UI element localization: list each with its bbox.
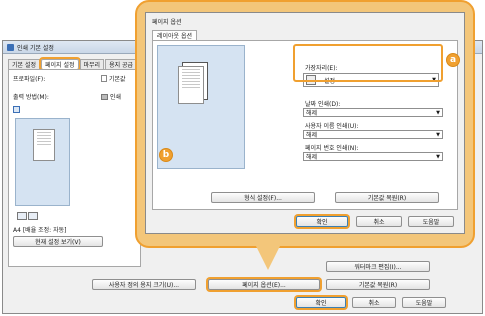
dropdown-arrow-icon: ▼ (436, 131, 440, 138)
window-title: 인쇄 기본 설정 (17, 44, 54, 52)
tab-finishing[interactable]: 마무리 (79, 59, 105, 69)
profile-label: 프로파일(F): (13, 76, 46, 83)
dialog-title: 페이지 옵션 (152, 19, 182, 26)
format-settings-button[interactable]: 형식 설정(F)... (211, 192, 315, 203)
profile-icon (101, 75, 107, 82)
profile-value[interactable]: 기본값 (109, 74, 126, 83)
watermark-edit-button[interactable]: 워터마크 편집(I)... (326, 261, 430, 272)
page-preview (15, 118, 70, 206)
ok-button[interactable]: 확인 (296, 297, 346, 308)
output-method-label: 출력 방법(M): (13, 94, 49, 101)
tab-strip: 기본 설정 페이지 설정 마무리 용지 공급 (8, 57, 138, 71)
date-print-label: 날짜 인쇄(D): (305, 101, 341, 108)
dropdown-arrow-icon: ▼ (436, 153, 440, 160)
badge-b: b (159, 148, 173, 162)
user-name-print-select[interactable]: 해제 ▼ (303, 130, 443, 139)
user-name-print-value: 해제 (306, 132, 318, 139)
cancel-button[interactable]: 취소 (352, 297, 396, 308)
tab-basic[interactable]: 기본 설정 (8, 59, 40, 69)
printer-icon (101, 93, 108, 100)
output-method-value[interactable]: 인쇄 (110, 92, 121, 101)
dialog-ok-button[interactable]: 확인 (296, 216, 348, 227)
view-current-settings-button[interactable]: 현재 설정 보기(V) (13, 236, 103, 247)
binding-highlight (293, 44, 443, 82)
dialog-restore-defaults-button[interactable]: 기본값 복원(R) (335, 192, 439, 203)
page-options-button[interactable]: 페이지 옵션(E)... (208, 279, 320, 290)
dropdown-arrow-icon: ▼ (436, 109, 440, 116)
page-number-print-label: 페이지 번호 인쇄(N): (305, 145, 359, 152)
dialog-cancel-button[interactable]: 취소 (356, 216, 402, 227)
callout-pointer (256, 246, 280, 270)
page-number-print-select[interactable]: 해제 ▼ (303, 152, 443, 161)
date-print-value: 해제 (306, 110, 318, 117)
tab-page-setup[interactable]: 페이지 설정 (39, 57, 81, 71)
restore-defaults-button[interactable]: 기본값 복원(R) (326, 279, 430, 290)
dialog-help-button[interactable]: 도움말 (408, 216, 454, 227)
page-preview-icon (33, 129, 55, 161)
help-button[interactable]: 도움말 (402, 297, 446, 308)
date-print-select[interactable]: 해제 ▼ (303, 108, 443, 117)
printer-icon (7, 43, 14, 51)
scale-text: A4 [배율 조정: 자동] (13, 227, 67, 234)
page-number-print-value: 해제 (306, 154, 318, 161)
layout-buttons[interactable] (17, 212, 38, 220)
badge-a: a (446, 53, 460, 67)
layout-icons[interactable] (13, 106, 20, 113)
tab-layout-options[interactable]: 레이아웃 옵션 (152, 30, 198, 40)
custom-paper-size-button[interactable]: 사용자 정의 용지 크기(U)... (92, 279, 196, 290)
tab-content: 프로파일(F): 기본값 출력 방법(M): 인쇄 A4 [배율 조정: 자동]… (8, 69, 141, 267)
user-name-print-label: 사용자 이름 인쇄(U): (305, 123, 359, 130)
page-preview-icon (178, 66, 204, 104)
tab-paper-source[interactable]: 용지 공급 (105, 59, 138, 69)
